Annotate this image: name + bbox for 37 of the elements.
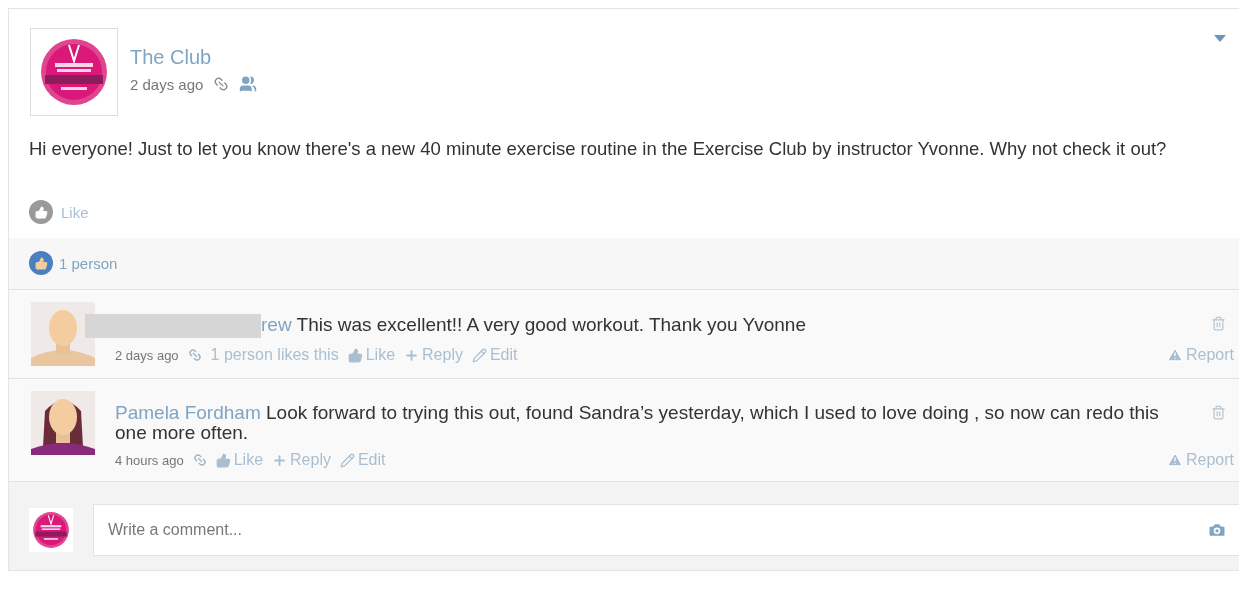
comment-action-link[interactable]: Like [215, 451, 264, 469]
thumbs-up-icon [215, 452, 231, 468]
report-link[interactable]: Report [1166, 451, 1234, 469]
thumbs-up-icon [347, 347, 363, 363]
pencil-icon [339, 452, 355, 468]
post-text: Hi everyone! Just to let you know there's a new 40 minute exercise routine in the Exercise Club by instructor Yvonne. Why not check it out? [29, 137, 1168, 161]
comment-action-link[interactable]: Like [347, 346, 396, 364]
comment-time: 2 days ago [115, 347, 179, 363]
comment-field[interactable]: Write a comment... [93, 503, 1239, 556]
comment-action-link[interactable]: Reply [272, 451, 331, 469]
comment-text: Pamela Fordham Look forward to trying this out, found Sandra’s yesterday, which I used to love doing , so now can redo this one more often. [115, 403, 1160, 443]
likes-count-link[interactable]: 1 person [59, 254, 118, 272]
comment-text: rew This was excellent!! A very good workout. Thank you Yvonne [115, 314, 1191, 338]
thumbs-up-icon [34, 205, 48, 219]
thumbs-up-icon [29, 251, 53, 275]
people-icon [239, 75, 258, 93]
comment-likes-link[interactable]: 1 person likes this [210, 346, 339, 364]
like-button[interactable]: Like [29, 200, 89, 224]
comment-action-link[interactable]: Edit [471, 346, 518, 364]
warning-icon [1166, 347, 1183, 363]
plus-icon [272, 452, 288, 468]
comment-action-link[interactable]: Reply [404, 346, 463, 364]
caret-icon[interactable] [1214, 35, 1226, 42]
plus-icon [404, 347, 420, 363]
comment-action-link[interactable]: Edit [339, 451, 386, 469]
report-link[interactable]: Report [1166, 346, 1234, 364]
post-author-link[interactable]: The Club [130, 46, 258, 69]
commenter-link[interactable]: rew [261, 314, 292, 335]
commenter-link[interactable]: Pamela Fordham [115, 402, 261, 423]
delete-icon[interactable] [1211, 316, 1226, 331]
warning-icon [1166, 452, 1183, 468]
comment-time: 4 hours ago [115, 452, 184, 468]
delete-icon[interactable] [1211, 405, 1226, 420]
club-logo-icon [39, 37, 109, 107]
pencil-icon [471, 347, 487, 363]
club-logo-icon [32, 510, 70, 549]
post-time: 2 days ago [130, 75, 204, 93]
